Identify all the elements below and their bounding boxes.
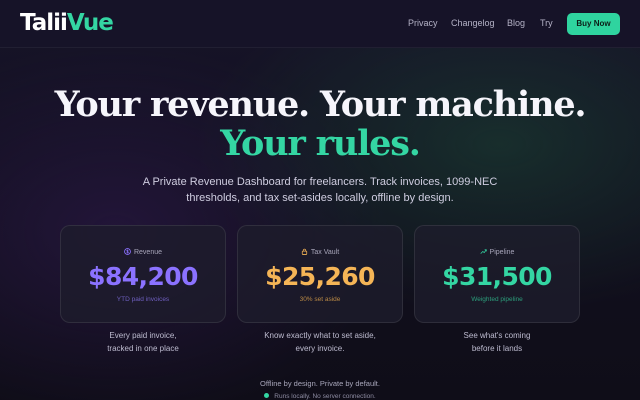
- pipeline-caption: See what's coming before it lands: [414, 329, 580, 355]
- tax-vault-caption-line1: Know exactly what to set aside,: [264, 331, 376, 340]
- pipeline-card: Pipeline $31,500 Weighted pipeline: [414, 225, 580, 323]
- tax-vault-value: $25,260: [265, 262, 375, 291]
- trend-line-icon: [479, 248, 487, 255]
- revenue-card: Revenue $84,200 YTD paid invoices: [60, 225, 226, 323]
- footer-tagline: Offline by design. Private by default.: [260, 379, 380, 388]
- buy-now-button[interactable]: Buy Now: [567, 13, 620, 35]
- hero-headline-accent: Your rules.: [220, 123, 421, 164]
- pipeline-caption-line1: See what's coming: [463, 331, 531, 340]
- pipeline-note: Weighted pipeline: [471, 296, 523, 303]
- pipeline-label: Pipeline: [489, 249, 515, 256]
- revenue-caption: Every paid invoice, tracked in one place: [60, 329, 226, 355]
- pipeline-value: $31,500: [442, 262, 552, 291]
- tax-vault-caption-line2: every invoice.: [295, 344, 345, 353]
- revenue-caption-line2: tracked in one place: [107, 344, 179, 353]
- nav-link-privacy[interactable]: Privacy: [408, 16, 438, 30]
- revenue-caption-line1: Every paid invoice,: [109, 331, 177, 340]
- tax-vault-card: Tax Vault $25,260 30% set aside: [237, 225, 403, 323]
- nav-link-changelog[interactable]: Changelog: [451, 16, 495, 30]
- footer-status-text: Runs locally. No server connection.: [274, 393, 376, 400]
- revenue-label: Revenue: [133, 249, 163, 256]
- tax-vault-caption: Know exactly what to set aside, every in…: [237, 329, 403, 355]
- brand-name-part2: Vue: [66, 10, 114, 36]
- dollar-circle-icon: [124, 248, 131, 255]
- tax-vault-label: Tax Vault: [310, 249, 340, 256]
- lock-icon: [301, 248, 308, 255]
- tax-vault-note: 30% set aside: [299, 296, 341, 303]
- top-nav: TaliiVue Privacy Changelog Blog Try Buy …: [0, 0, 640, 48]
- revenue-note: YTD paid invoices: [116, 296, 170, 303]
- hero-subtitle-line2: thresholds, and tax set-asides locally, …: [186, 192, 454, 204]
- nav-link-blog[interactable]: Blog: [507, 16, 525, 30]
- footer-status: Runs locally. No server connection.: [0, 392, 640, 400]
- hero-headline: Your revenue. Your machine.: [54, 84, 587, 125]
- status-dot-icon: [264, 393, 270, 398]
- nav-link-try[interactable]: Try: [540, 16, 553, 30]
- pipeline-caption-line2: before it lands: [471, 344, 523, 353]
- revenue-value: $84,200: [88, 262, 198, 291]
- brand-logo[interactable]: TaliiVue: [20, 8, 114, 38]
- brand-name-part1: Talii: [20, 10, 68, 36]
